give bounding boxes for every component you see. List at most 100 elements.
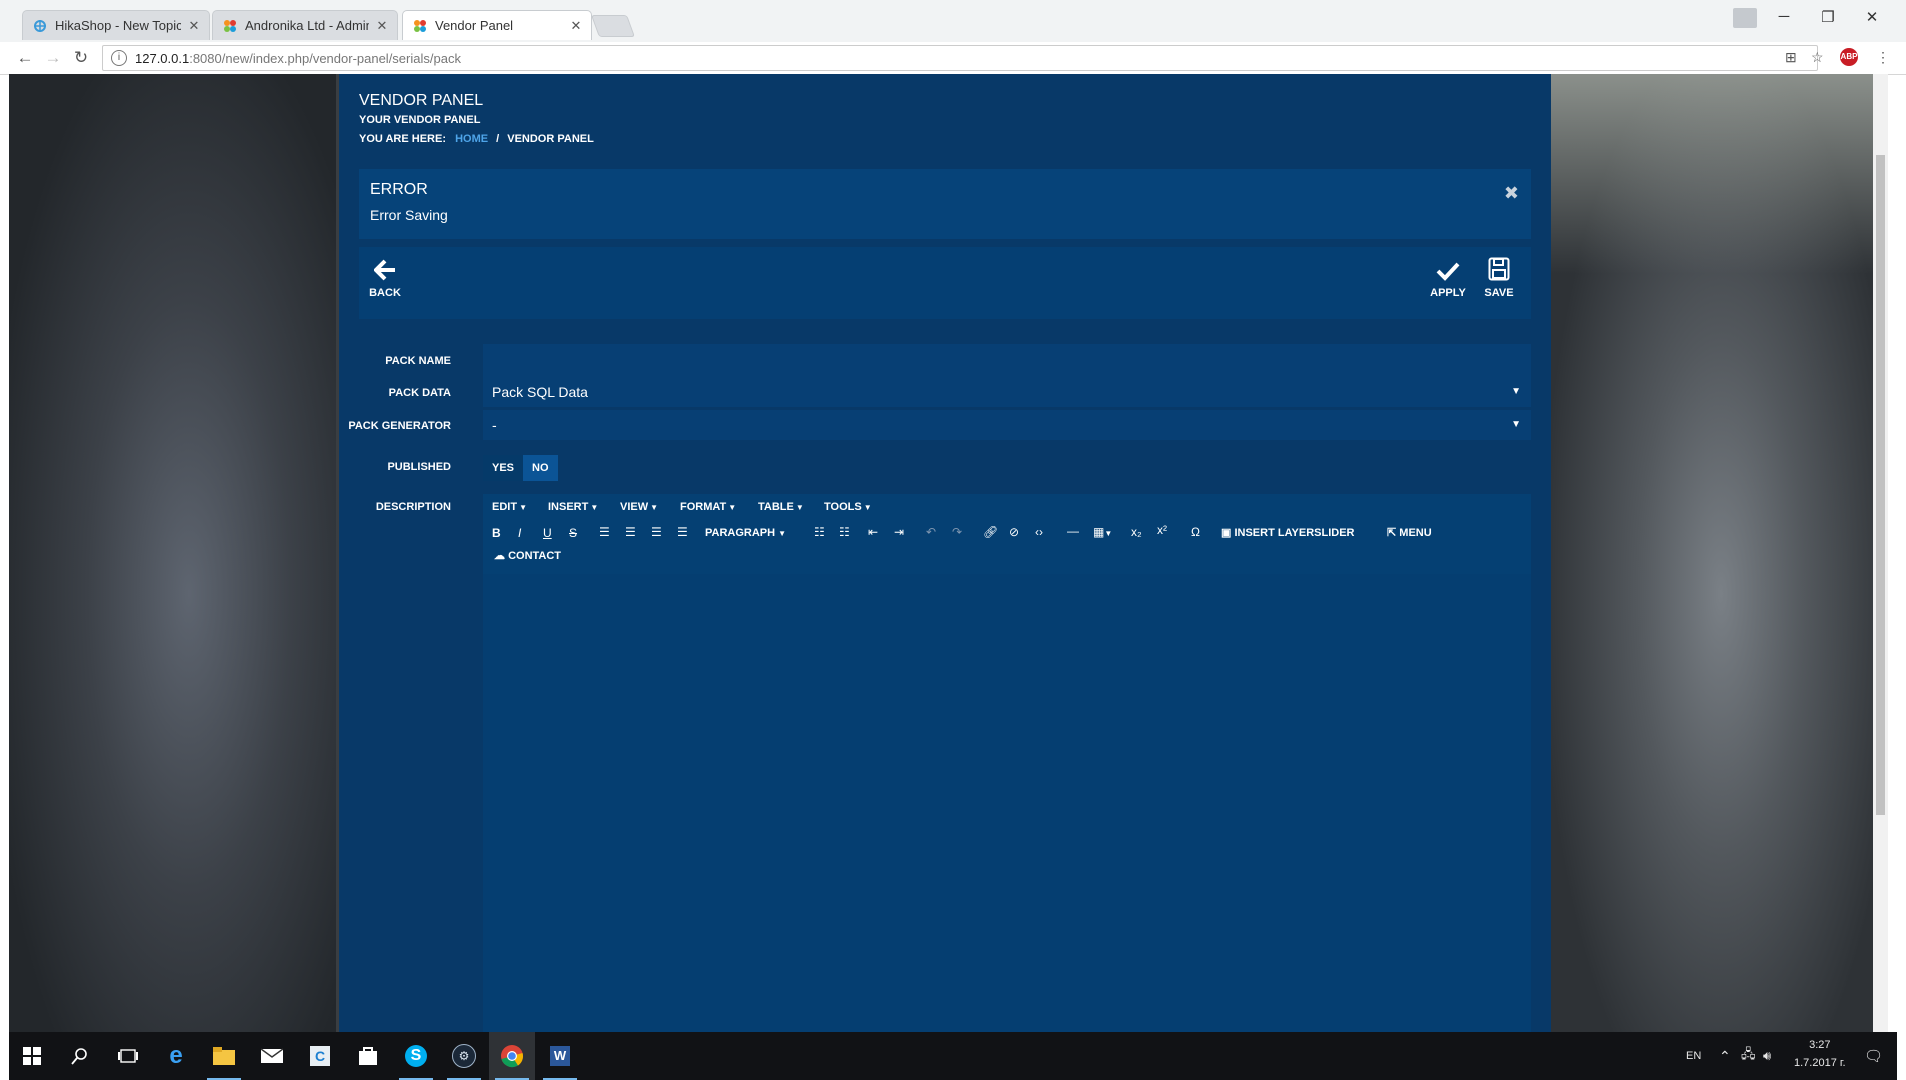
editor-menu-insert[interactable]: INSERT ▼ xyxy=(548,501,598,513)
underline-icon[interactable]: U xyxy=(543,526,552,540)
pack-generator-select[interactable]: - ▼ xyxy=(483,410,1531,440)
numbered-list-icon[interactable]: ☷ xyxy=(839,525,850,539)
new-tab-button[interactable] xyxy=(590,15,636,37)
ccleaner-icon[interactable]: C xyxy=(297,1032,343,1080)
tab-title: Andronika Ltd - Adminis xyxy=(245,18,369,33)
editor-menu-format[interactable]: FORMAT ▼ xyxy=(680,501,736,513)
browser-toolbar: ← → ↻ i 127.0.0.1:8080/new/index.php/ven… xyxy=(0,42,1906,75)
paragraph-dropdown[interactable]: PARAGRAPH ▼ xyxy=(705,527,786,539)
site-info-icon[interactable]: i xyxy=(111,50,127,66)
mail-icon[interactable] xyxy=(249,1032,295,1080)
insert-layerslider-button[interactable]: ▣ INSERT LAYERSLIDER xyxy=(1221,526,1354,539)
superscript-icon[interactable]: x² xyxy=(1157,523,1167,537)
published-no-button[interactable]: NO xyxy=(523,455,558,481)
editor-menu-table[interactable]: TABLE ▼ xyxy=(758,501,804,513)
background-art-left xyxy=(9,74,336,1032)
table-icon[interactable]: ▦▼ xyxy=(1093,525,1112,539)
pack-data-select[interactable]: Pack SQL Data ▼ xyxy=(483,377,1531,407)
pack-data-value: Pack SQL Data xyxy=(492,384,588,400)
forward-arrow-icon[interactable]: → xyxy=(42,47,64,69)
scrollbar-thumb[interactable] xyxy=(1876,155,1885,815)
search-icon[interactable] xyxy=(57,1032,103,1080)
file-explorer-icon[interactable] xyxy=(201,1032,247,1080)
align-center-icon[interactable]: ☰ xyxy=(625,525,636,539)
cloud-icon: ☁ xyxy=(494,550,505,562)
align-right-icon[interactable]: ☰ xyxy=(651,525,662,539)
editor-menu-edit[interactable]: EDIT ▼ xyxy=(492,501,527,513)
chrome-menu-icon[interactable]: ⋮ xyxy=(1876,49,1890,66)
tab-close-icon[interactable]: ✕ xyxy=(187,18,201,34)
clock-time: 3:27 xyxy=(1809,1039,1831,1051)
browser-tab-andronika[interactable]: Andronika Ltd - Adminis ✕ xyxy=(212,10,398,40)
link-icon[interactable]: 🔗︎ xyxy=(983,525,998,539)
bold-icon[interactable]: B xyxy=(492,526,501,540)
steam-icon[interactable]: ⚙ xyxy=(441,1032,487,1080)
browser-tab-strip: HikaShop - New Topic - ✕ Andronika Ltd -… xyxy=(0,0,1906,42)
background-art-right xyxy=(1551,74,1882,1032)
editor-menu-tools[interactable]: TOOLS ▼ xyxy=(824,501,872,513)
action-center-icon[interactable]: 🗨︎ xyxy=(1864,1032,1883,1080)
code-icon[interactable]: ‹› xyxy=(1035,525,1043,539)
error-alert: ERROR Error Saving ✖ xyxy=(359,169,1531,239)
browser-tab-hikashop[interactable]: HikaShop - New Topic - ✕ xyxy=(22,10,210,40)
skype-icon[interactable]: S xyxy=(393,1032,439,1080)
minimize-icon[interactable]: ─ xyxy=(1764,8,1804,25)
close-icon[interactable]: ✖ xyxy=(1504,183,1519,204)
alert-title: ERROR xyxy=(370,181,428,198)
clock[interactable]: 3:27 1.7.2017 г. xyxy=(1794,1036,1846,1072)
restore-icon[interactable]: ❐ xyxy=(1808,8,1848,26)
translate-icon[interactable]: ⊞ xyxy=(1785,49,1797,66)
special-character-icon[interactable]: Ω xyxy=(1191,525,1200,539)
edge-browser-icon[interactable]: e xyxy=(153,1032,199,1080)
bookmark-star-icon[interactable]: ☆ xyxy=(1811,49,1824,66)
task-view-icon[interactable] xyxy=(105,1032,151,1080)
unlink-icon[interactable]: ⊘ xyxy=(1009,525,1019,539)
store-icon[interactable] xyxy=(345,1032,391,1080)
word-icon[interactable]: W xyxy=(537,1032,583,1080)
indent-icon[interactable]: ⇥ xyxy=(894,525,904,539)
pack-name-input[interactable] xyxy=(483,344,1531,378)
adblock-icon[interactable]: ABP xyxy=(1840,48,1858,66)
align-left-icon[interactable]: ☰ xyxy=(599,525,610,539)
save-button[interactable]: SAVE xyxy=(1473,247,1525,299)
outdent-icon[interactable]: ⇤ xyxy=(868,525,878,539)
profile-icon[interactable] xyxy=(1733,8,1757,28)
volume-icon[interactable]: 🔊︎ xyxy=(1763,1032,1771,1080)
save-label: SAVE xyxy=(1484,287,1514,299)
reload-icon[interactable]: ↻ xyxy=(70,47,92,69)
italic-icon[interactable]: I xyxy=(518,526,521,540)
description-label: DESCRIPTION xyxy=(375,501,451,513)
breadcrumb-home-link[interactable]: HOME xyxy=(455,133,488,145)
published-yes-button[interactable]: YES xyxy=(483,455,524,481)
menu-button[interactable]: ⇱ MENU xyxy=(1387,526,1432,539)
close-window-icon[interactable]: ✕ xyxy=(1852,8,1892,26)
back-button[interactable]: BACK xyxy=(359,247,411,299)
url-host: 127.0.0.1 xyxy=(135,50,190,66)
description-editor: EDIT ▼ INSERT ▼ VIEW ▼ FORMAT ▼ TABLE ▼ TOOLS… xyxy=(483,494,1531,1032)
editor-menubar: EDIT ▼ INSERT ▼ VIEW ▼ FORMAT ▼ TABLE ▼ TOOLS… xyxy=(483,494,1531,520)
browser-tab-vendor-panel[interactable]: Vendor Panel ✕ xyxy=(402,10,592,40)
apply-button[interactable]: APPLY xyxy=(1422,247,1474,299)
address-bar[interactable]: i 127.0.0.1:8080/new/index.php/vendor-pa… xyxy=(102,45,1818,71)
back-arrow-icon[interactable]: ← xyxy=(14,47,36,69)
show-hidden-icons-icon[interactable]: ⌃ xyxy=(1719,1032,1731,1080)
chrome-icon[interactable] xyxy=(489,1032,535,1080)
subscript-icon[interactable]: x₂ xyxy=(1131,525,1142,539)
tab-close-icon[interactable]: ✕ xyxy=(569,18,583,34)
undo-icon[interactable]: ↶ xyxy=(926,525,936,539)
page-viewport: VENDOR PANEL YOUR VENDOR PANEL YOU ARE H… xyxy=(9,74,1882,1032)
horizontal-rule-icon[interactable]: — xyxy=(1067,524,1079,538)
pack-name-label: PACK NAME xyxy=(385,355,451,367)
editor-menu-view[interactable]: VIEW ▼ xyxy=(620,501,658,513)
tab-close-icon[interactable]: ✕ xyxy=(375,18,389,34)
strikethrough-icon[interactable]: S xyxy=(569,526,577,540)
align-justify-icon[interactable]: ☰ xyxy=(677,525,688,539)
contact-button[interactable]: ☁ CONTACT xyxy=(494,549,561,562)
language-indicator[interactable]: EN xyxy=(1686,1032,1701,1080)
redo-icon[interactable]: ↷ xyxy=(952,525,962,539)
bullet-list-icon[interactable]: ☷ xyxy=(814,525,825,539)
windows-start-icon[interactable] xyxy=(9,1032,55,1080)
editor-content-area[interactable] xyxy=(483,574,1531,1032)
url-path: :8080/new/index.php/vendor-panel/serials… xyxy=(189,50,461,66)
network-icon[interactable]: 🖧︎ xyxy=(1741,1032,1756,1080)
